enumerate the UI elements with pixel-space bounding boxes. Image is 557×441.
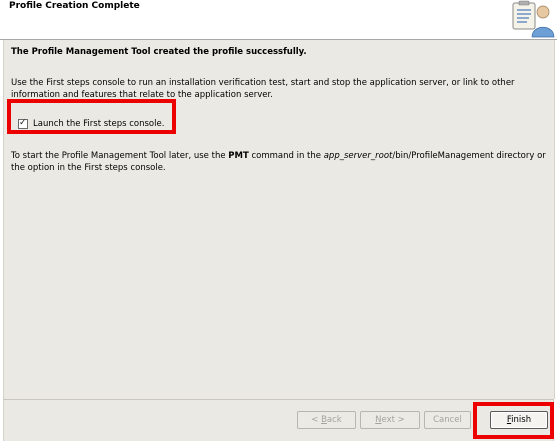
cancel-button[interactable]: Cancel (424, 411, 471, 429)
restart-text-middle: command in the (248, 151, 324, 161)
restart-text-before: To start the Profile Management Tool lat… (11, 151, 229, 161)
back-prefix: < (311, 415, 322, 425)
wizard-footer (3, 400, 554, 441)
pmt-command: PMT (228, 151, 249, 161)
page-title: Profile Creation Complete (9, 1, 140, 11)
app-server-root-path: app_server_root (323, 151, 393, 161)
next-button[interactable]: Next > (360, 411, 420, 429)
wizard-clipboard-person-icon (512, 0, 555, 38)
console-description: Use the First steps console to run an in… (11, 78, 515, 100)
success-message: The Profile Management Tool created the … (11, 47, 307, 57)
highlight-box-launch (7, 99, 176, 134)
back-rest: ack (326, 415, 342, 425)
wizard-header: Profile Creation Complete (0, 0, 557, 40)
next-rest: ext > (381, 415, 405, 425)
restart-instructions: To start the Profile Management Tool lat… (11, 151, 549, 174)
wizard-window: Profile Creation Complete The Profile Ma… (0, 0, 557, 441)
highlight-box-finish (473, 402, 554, 439)
back-button[interactable]: < Back (297, 411, 356, 429)
wizard-content-panel: The Profile Management Tool created the … (3, 40, 555, 399)
